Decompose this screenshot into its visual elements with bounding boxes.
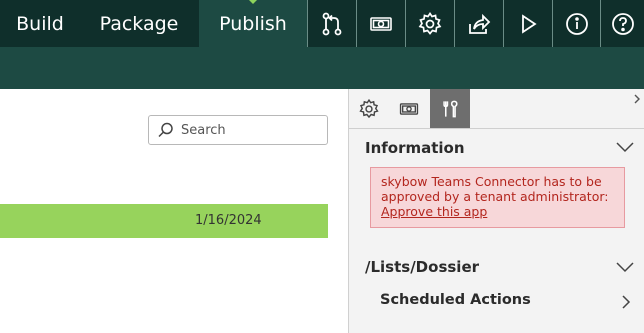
search-icon <box>158 122 173 138</box>
chevron-down-icon[interactable] <box>615 141 635 153</box>
help-icon <box>611 12 634 35</box>
merge-request-button[interactable] <box>307 0 355 47</box>
tab-publish[interactable]: Publish <box>199 0 307 47</box>
sub-toolbar <box>0 47 644 89</box>
tab-build[interactable]: Build <box>0 0 80 47</box>
panel-divider <box>349 128 644 129</box>
money-icon <box>399 102 419 115</box>
information-section-title[interactable]: Information <box>365 139 465 157</box>
gear-icon <box>418 11 441 35</box>
properties-panel: Information skybow Teams Connector has t… <box>348 89 644 333</box>
search-box[interactable] <box>148 115 328 145</box>
approval-warning-text: skybow Teams Connector has to be approve… <box>381 174 609 204</box>
panel-tab-settings[interactable] <box>349 89 389 128</box>
active-tab-indicator <box>249 0 257 4</box>
chevron-down-icon[interactable] <box>615 261 635 273</box>
merge-request-icon <box>322 12 341 35</box>
share-icon <box>468 13 490 34</box>
main-content: 1/16/2024 <box>0 89 348 333</box>
gear-icon <box>359 98 379 118</box>
money-button[interactable] <box>356 0 404 47</box>
top-navigation-bar: Build Package Publish <box>0 0 644 47</box>
money-icon <box>369 16 392 31</box>
share-button[interactable] <box>454 0 502 47</box>
panel-tab-money[interactable] <box>389 89 429 128</box>
list-item[interactable]: 1/16/2024 <box>0 204 328 238</box>
play-icon <box>521 13 537 34</box>
search-input[interactable] <box>181 122 321 138</box>
panel-tab-tools[interactable] <box>430 89 470 128</box>
info-button[interactable] <box>552 0 600 47</box>
tab-package[interactable]: Package <box>80 0 198 47</box>
help-button[interactable] <box>600 0 644 47</box>
list-section-title[interactable]: /Lists/Dossier <box>365 258 479 276</box>
chevron-right-icon[interactable] <box>621 294 631 310</box>
approval-warning: skybow Teams Connector has to be approve… <box>370 167 625 228</box>
info-icon <box>565 12 588 35</box>
settings-button[interactable] <box>405 0 453 47</box>
list-item-date: 1/16/2024 <box>195 213 262 228</box>
run-button[interactable] <box>503 0 551 47</box>
scheduled-actions-item[interactable]: Scheduled Actions <box>380 292 531 308</box>
chevron-right-icon[interactable] <box>632 93 642 105</box>
tab-publish-label: Publish <box>219 12 287 35</box>
approve-app-link[interactable]: Approve this app <box>381 204 614 219</box>
tools-icon <box>443 100 458 117</box>
